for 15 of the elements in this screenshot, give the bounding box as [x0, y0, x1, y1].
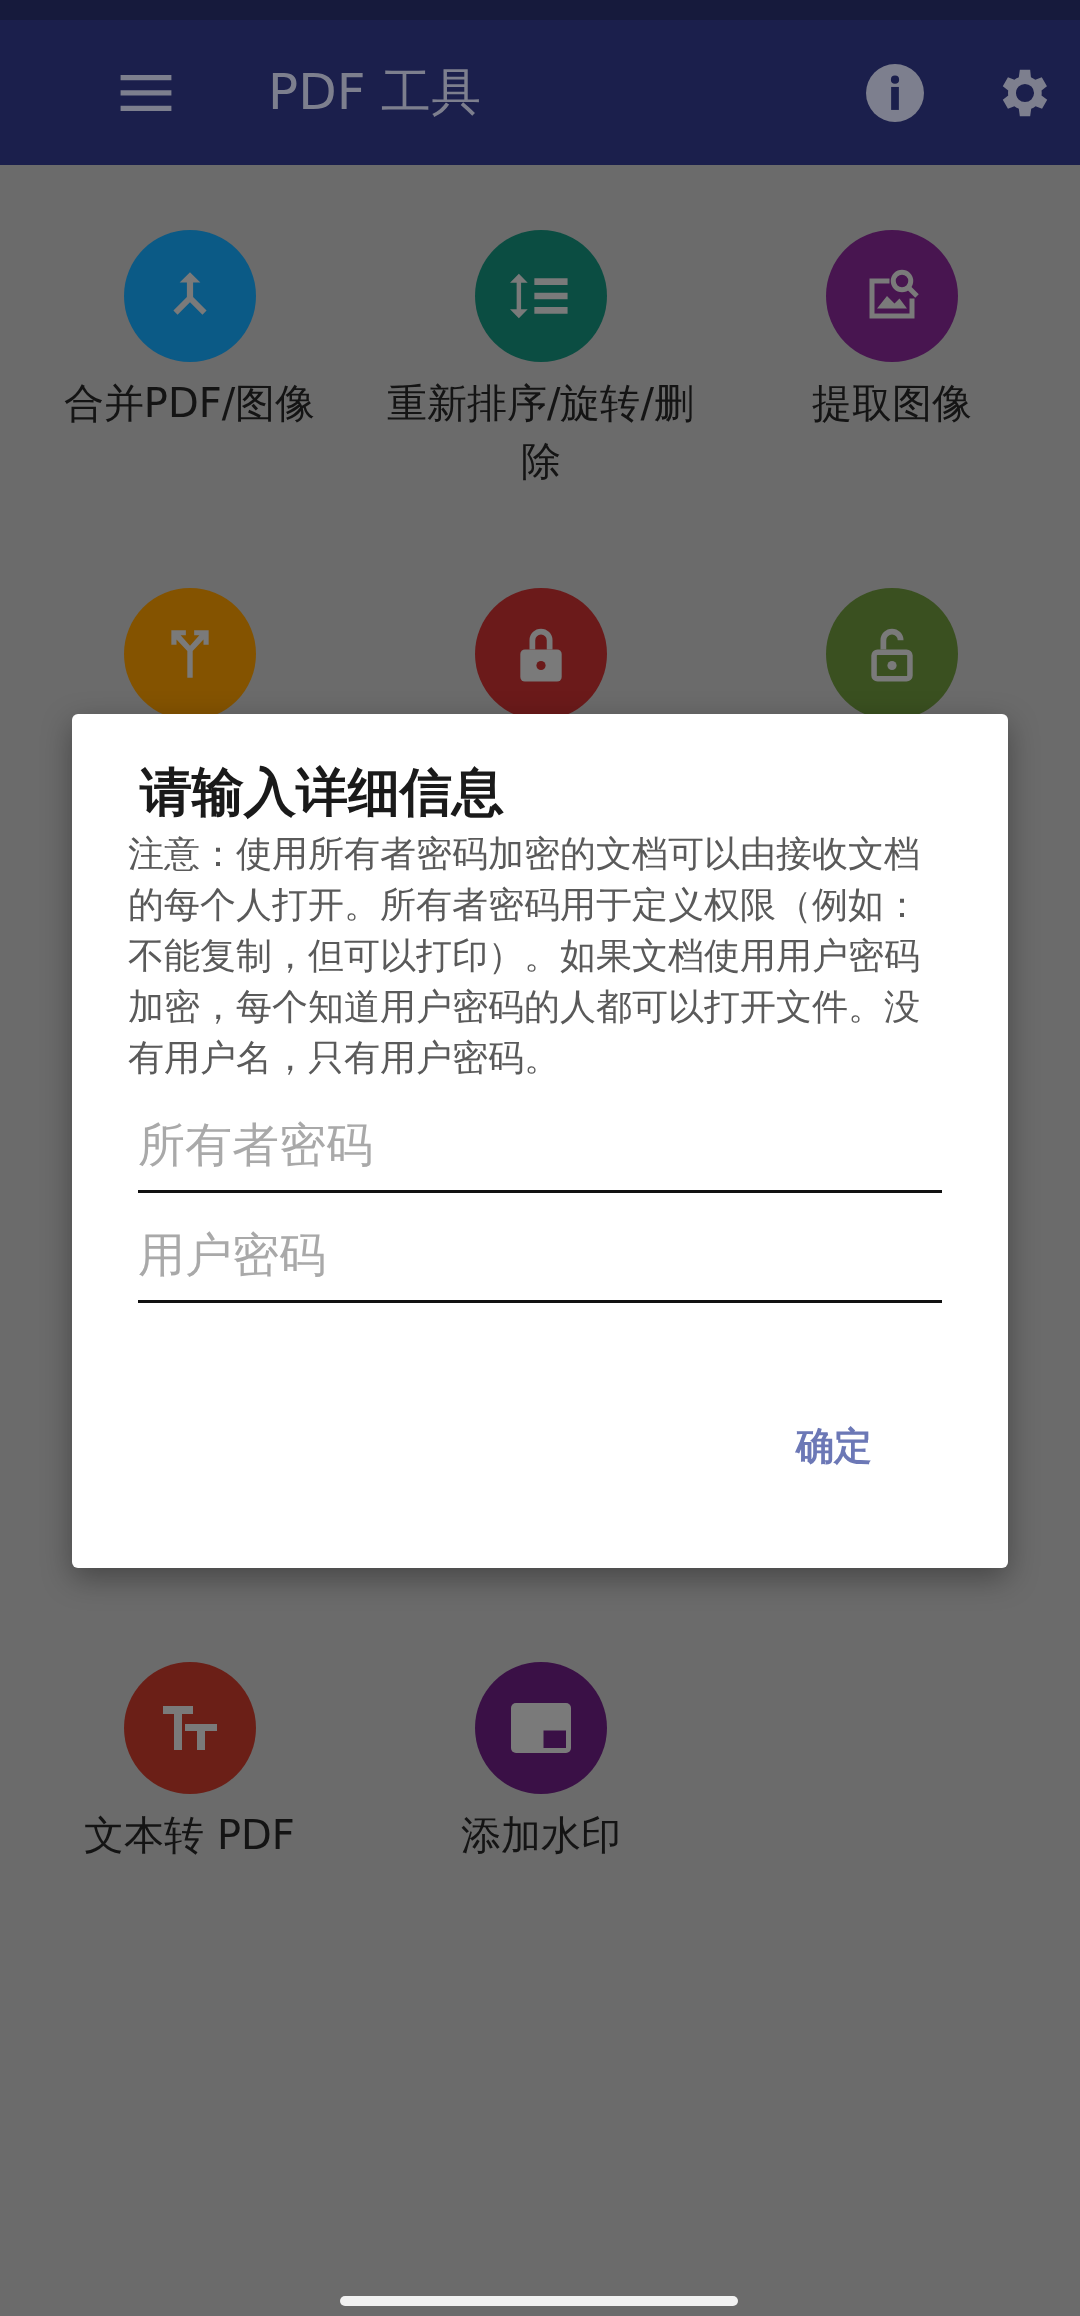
info-icon[interactable]	[866, 63, 924, 122]
dialog-title: 请输入详细信息	[140, 761, 505, 824]
text-size-icon	[162, 1706, 217, 1750]
tool-label: 提取图像	[810, 379, 973, 428]
password-field[interactable]: 所有者密码	[138, 1105, 942, 1193]
confirm-button[interactable]: 确定	[788, 1413, 880, 1480]
menu-icon[interactable]	[120, 74, 172, 111]
tool-label: 合并PDF/图像	[62, 379, 317, 428]
dialog-note: 注意：使用所有者密码加密的文档可以由接收文档的每个人打开。所有者密码用于定义权限（例如：不能复制，但可以打印）。如果文档使用用户密码加密，每个知道用户密码的人都可以打开文件。没有用户名，只有用户密码。	[128, 832, 921, 1080]
app-title: PDF 工具	[268, 62, 483, 123]
password-field[interactable]: 用户密码	[138, 1215, 942, 1303]
tool-label: 重新排序/旋转/删除	[386, 379, 695, 486]
tool-label: 添加水印	[459, 1811, 622, 1860]
tool-label: 文本转 PDF	[83, 1811, 296, 1860]
picture-in-picture-icon	[510, 1703, 571, 1753]
